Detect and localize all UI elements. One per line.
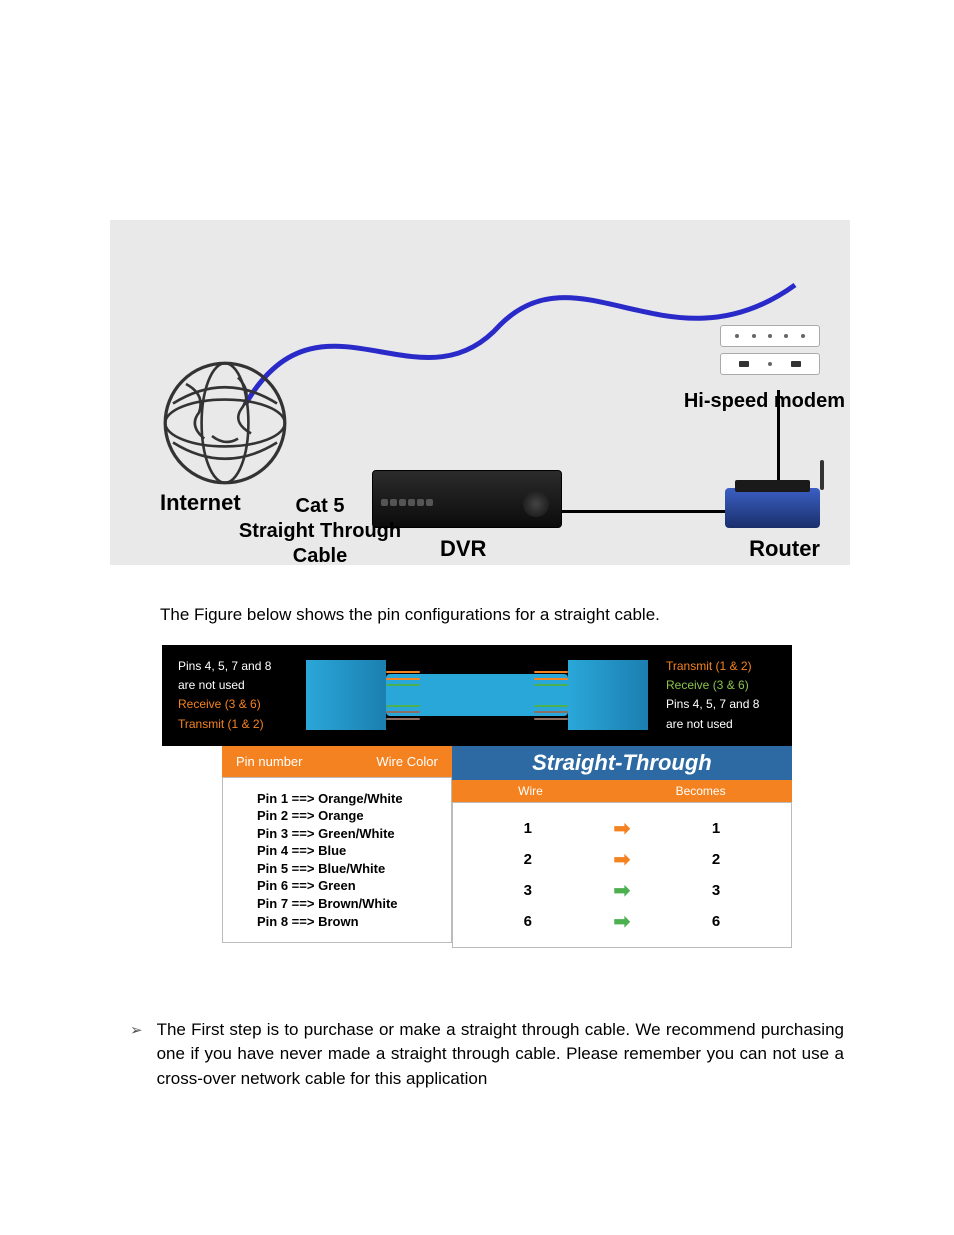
dvr-router-line [560, 510, 730, 513]
mapping-subheader: Wire Becomes [452, 780, 792, 802]
arrow-icon: ➡ [614, 847, 631, 872]
left-transmit-label: Transmit (1 & 2) [178, 715, 288, 734]
rj45-left-icon [306, 660, 386, 730]
modem-icon [720, 325, 830, 385]
pin-entry: Pin 8 ==> Brown [257, 913, 417, 931]
table-row: 2 ➡ 2 [453, 844, 791, 875]
bullet-icon: ➢ [130, 1018, 143, 1092]
dvr-label: DVR [440, 536, 486, 562]
table-row: 1 ➡ 1 [453, 813, 791, 844]
cable-type-line1: Cat 5 [225, 494, 415, 519]
bullet-text: The First step is to purchase or make a … [157, 1018, 844, 1092]
pin-config-diagram: Pins 4, 5, 7 and 8 are not used Receive … [162, 645, 792, 948]
list-item: ➢ The First step is to purchase or make … [130, 1018, 844, 1092]
pin-mapping-table: 1 ➡ 1 2 ➡ 2 3 ➡ 3 6 ➡ 6 [452, 802, 792, 948]
arrow-icon: ➡ [614, 909, 631, 934]
left-unused-label: Pins 4, 5, 7 and 8 are not used [178, 657, 288, 695]
instructions-list: ➢ The First step is to purchase or make … [130, 1018, 844, 1092]
pin-color-list: Pin 1 ==> Orange/WhitePin 2 ==> OrangePi… [222, 777, 452, 943]
subheader-becomes: Becomes [676, 784, 726, 798]
router-label: Router [749, 536, 820, 562]
cable-wiring-illustration: Pins 4, 5, 7 and 8 are not used Receive … [162, 645, 792, 746]
figure-caption: The Figure below shows the pin configura… [160, 605, 844, 625]
internet-globe-icon [160, 358, 290, 488]
map-from: 3 [524, 882, 532, 899]
table-row: 6 ➡ 6 [453, 906, 791, 937]
map-to: 2 [712, 851, 720, 868]
cable-type-line2: Straight Through [225, 519, 415, 544]
pin-entry: Pin 7 ==> Brown/White [257, 895, 417, 913]
network-topology-diagram: Internet Hi-speed modem Cat 5 Straight T… [110, 220, 850, 565]
pin-entry: Pin 6 ==> Green [257, 877, 417, 895]
right-unused-label: Pins 4, 5, 7 and 8 are not used [666, 695, 776, 733]
right-transmit-label: Transmit (1 & 2) [666, 657, 776, 676]
pin-entry: Pin 1 ==> Orange/White [257, 790, 417, 808]
map-from: 6 [524, 913, 532, 930]
map-from: 2 [524, 851, 532, 868]
subheader-wire: Wire [518, 784, 543, 798]
pin-entry: Pin 3 ==> Green/White [257, 825, 417, 843]
rj45-right-icon [568, 660, 648, 730]
map-to: 1 [712, 820, 720, 837]
arrow-icon: ➡ [614, 878, 631, 903]
pin-color-header: Pin number Wire Color [222, 746, 452, 777]
right-pin-labels: Transmit (1 & 2) Receive (3 & 6) Pins 4,… [666, 657, 776, 734]
table-row: 3 ➡ 3 [453, 875, 791, 906]
cable-type-line3: Cable [225, 544, 415, 565]
modem-label: Hi-speed modem [684, 390, 845, 413]
router-icon [725, 488, 820, 528]
header-wire-color: Wire Color [376, 754, 437, 769]
header-pin-number: Pin number [236, 754, 302, 769]
left-receive-label: Receive (3 & 6) [178, 695, 288, 714]
map-to: 3 [712, 882, 720, 899]
cable-type-label: Cat 5 Straight Through Cable [225, 494, 415, 565]
arrow-icon: ➡ [614, 816, 631, 841]
pin-entry: Pin 4 ==> Blue [257, 842, 417, 860]
left-pin-labels: Pins 4, 5, 7 and 8 are not used Receive … [178, 657, 288, 734]
right-receive-label: Receive (3 & 6) [666, 676, 776, 695]
map-to: 6 [712, 913, 720, 930]
map-from: 1 [524, 820, 532, 837]
pin-entry: Pin 2 ==> Orange [257, 807, 417, 825]
straight-through-header: Straight-Through [452, 746, 792, 780]
pin-entry: Pin 5 ==> Blue/White [257, 860, 417, 878]
